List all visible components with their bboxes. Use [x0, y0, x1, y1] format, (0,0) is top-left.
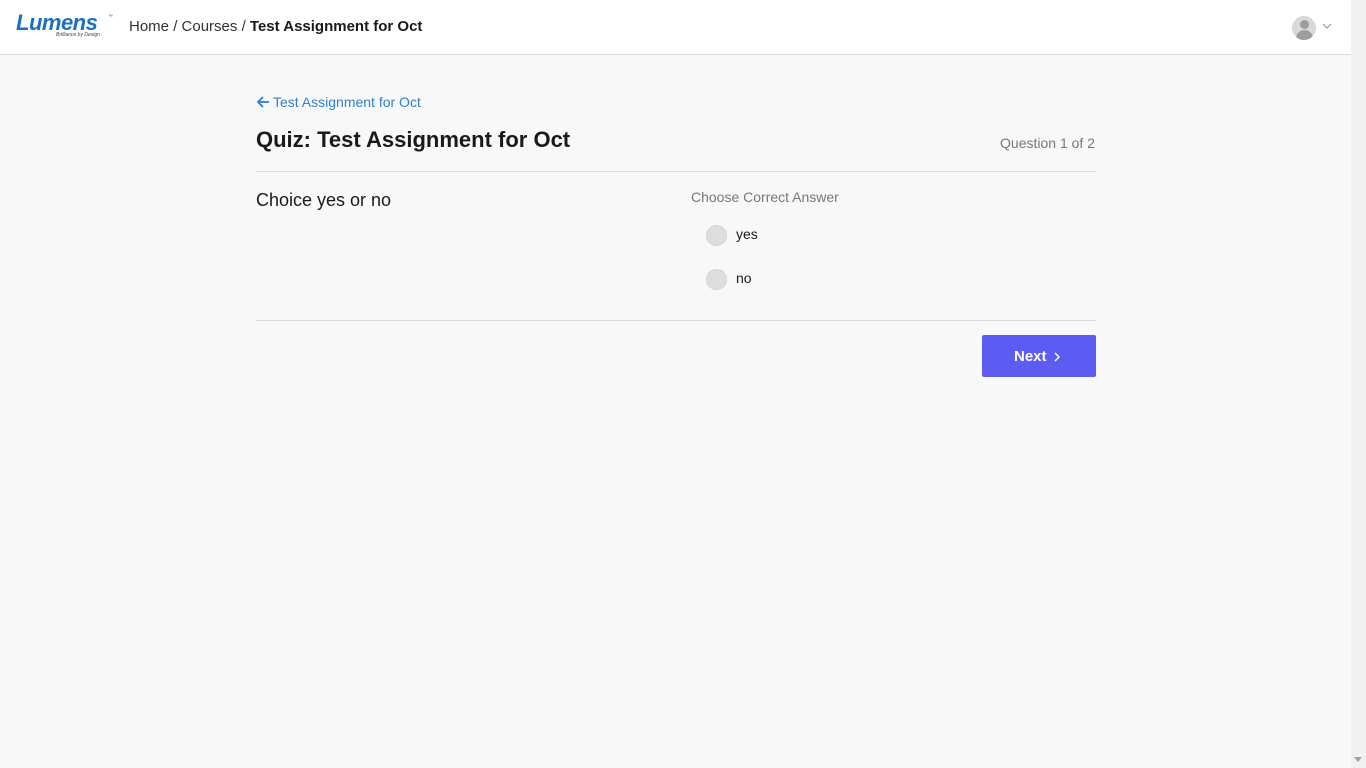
- back-link[interactable]: Test Assignment for Oct: [256, 93, 421, 111]
- breadcrumb: Home / Courses / Test Assignment for Oct: [129, 18, 422, 36]
- next-button-label: Next: [1014, 348, 1047, 365]
- chevron-down-icon: [1322, 23, 1332, 29]
- breadcrumb-courses[interactable]: Courses: [182, 18, 238, 35]
- next-button[interactable]: Next: [982, 335, 1096, 377]
- answer-heading: Choose Correct Answer: [691, 189, 839, 205]
- radio-button[interactable]: [706, 225, 727, 246]
- logo-trademark: ™: [108, 14, 113, 20]
- divider: [256, 171, 1096, 172]
- logo-tagline: Brilliance by Design: [56, 32, 100, 38]
- divider: [256, 320, 1096, 321]
- top-bar: Lumens ™ Brilliance by Design Home / Cou…: [0, 0, 1351, 55]
- back-link-label: Test Assignment for Oct: [273, 94, 421, 110]
- breadcrumb-current: Test Assignment for Oct: [249, 18, 423, 35]
- vertical-scrollbar[interactable]: [1351, 0, 1366, 768]
- breadcrumb-separator: /: [173, 18, 182, 35]
- lumens-logo[interactable]: Lumens ™ Brilliance by Design: [16, 12, 114, 40]
- breadcrumb-home[interactable]: Home: [129, 18, 169, 35]
- user-avatar-icon: [1292, 16, 1316, 40]
- question-text: Choice yes or no: [256, 190, 392, 210]
- breadcrumb-separator: /: [241, 18, 250, 35]
- scroll-down-arrow-icon[interactable]: [1354, 757, 1362, 762]
- radio-button[interactable]: [706, 269, 727, 290]
- user-menu[interactable]: [1290, 15, 1334, 41]
- page-title: Quiz: Test Assignment for Oct: [256, 127, 571, 152]
- arrow-left-icon: [256, 96, 269, 108]
- option-label: no: [736, 270, 752, 286]
- chevron-right-icon: [1054, 352, 1061, 362]
- question-counter: Question 1 of 2: [1000, 135, 1095, 151]
- option-label: yes: [736, 226, 758, 242]
- logo-wordmark: Lumens: [16, 10, 98, 35]
